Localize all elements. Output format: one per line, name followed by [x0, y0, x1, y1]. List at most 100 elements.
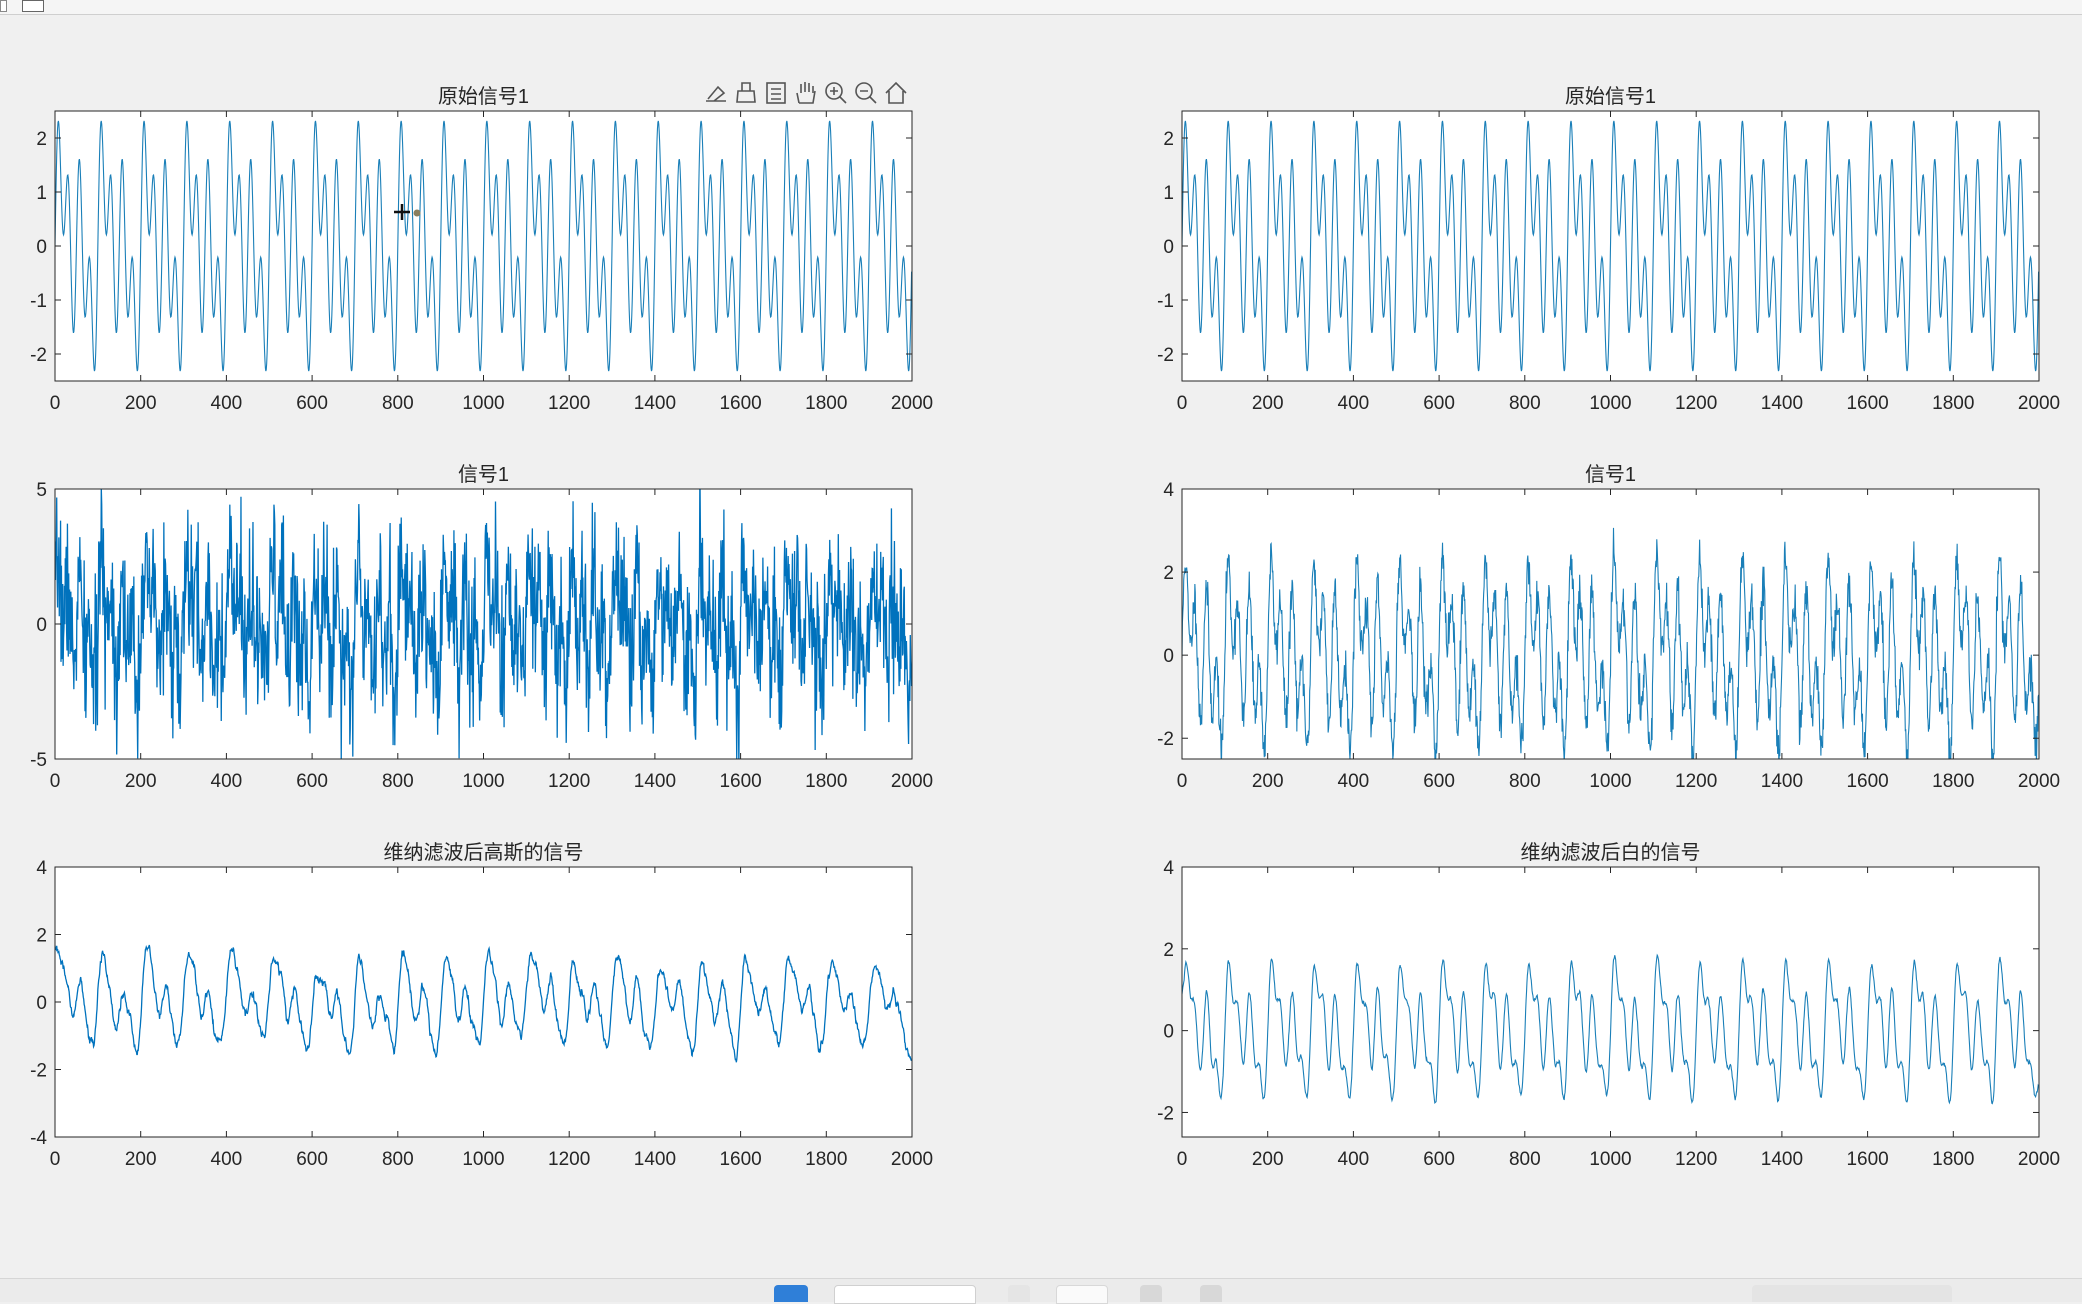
x-tick-label: 200 — [125, 393, 157, 414]
x-tick-label: 0 — [1177, 771, 1188, 792]
x-tick-label: 200 — [1252, 771, 1284, 792]
x-tick-label: 2000 — [2018, 1149, 2060, 1170]
axes-title: 原始信号1 — [1565, 85, 1656, 108]
x-tick-label: 1800 — [1932, 393, 1974, 414]
x-tick-label: 1200 — [1675, 771, 1717, 792]
x-tick-label: 800 — [382, 1149, 414, 1170]
x-tick-label: 0 — [50, 393, 61, 414]
y-tick-label: -2 — [30, 345, 47, 366]
y-tick-label: 2 — [36, 129, 47, 150]
y-tick-label: 4 — [1163, 480, 1174, 501]
taskbar-search-box[interactable] — [834, 1285, 976, 1304]
x-tick-label: 400 — [1338, 393, 1370, 414]
axes-1[interactable]: 0 200 400 600 800 1000 1200 1400 1600 1800 2000 -2 -… — [30, 85, 933, 414]
x-tick-label: 1800 — [1932, 771, 1974, 792]
x-tick-label: 1000 — [1589, 393, 1631, 414]
x-tick-label: 1800 — [805, 1149, 847, 1170]
x-tick-label: 1400 — [634, 1149, 676, 1170]
x-tick-label: 1600 — [719, 393, 761, 414]
y-tick-label: 0 — [36, 237, 47, 258]
x-tick-label: 1000 — [462, 1149, 504, 1170]
plot-area[interactable] — [1182, 867, 2039, 1137]
y-tick-label: 2 — [1163, 563, 1174, 584]
axes-3[interactable]: 0 200 400 600 800 1000 1200 1400 1600 1800 2000-50… — [30, 463, 933, 792]
y-tick-label: 0 — [1163, 1022, 1174, 1043]
data-tip-icon[interactable] — [706, 85, 726, 102]
x-tick-label: 1200 — [548, 393, 590, 414]
x-tick-label: 1400 — [634, 771, 676, 792]
x-tick-label: 1800 — [805, 771, 847, 792]
y-tick-label: -5 — [30, 750, 47, 771]
x-tick-label: 1400 — [1761, 393, 1803, 414]
x-tick-label: 400 — [211, 393, 243, 414]
axes-title: 维纳滤波后白的信号 — [1521, 841, 1701, 864]
y-tick-label: 1 — [36, 183, 47, 204]
axes-toolbar — [706, 81, 907, 104]
legend-icon[interactable] — [766, 82, 786, 104]
figure-canvas: 0 200 400 600 800 1000 1200 1400 1600 1800 2000-2-… — [30, 81, 2060, 1170]
x-tick-label: 1600 — [719, 1149, 761, 1170]
y-tick-label: 2 — [1163, 129, 1174, 150]
x-tick-label: 200 — [125, 771, 157, 792]
y-tick-label: 4 — [1163, 858, 1174, 879]
y-tick-label: 0 — [36, 993, 47, 1014]
matlab-app-icon[interactable] — [1056, 1285, 1108, 1304]
x-tick-label: 1200 — [1675, 1149, 1717, 1170]
y-tick-label: -2 — [1157, 729, 1174, 750]
x-tick-label: 1800 — [805, 393, 847, 414]
y-tick-label: 2 — [1163, 940, 1174, 961]
axes-5[interactable]: 0 200 400 600 800 1000 1200 1400 1600 1800 2000 -4 -… — [30, 841, 933, 1170]
system-tray[interactable] — [1752, 1285, 1952, 1302]
x-tick-label: 800 — [1509, 1149, 1541, 1170]
axes-4[interactable]: 0 200 400 600 800 1000 1200 1400 1600 1800 2000-20… — [1157, 463, 2060, 792]
x-tick-label: 1000 — [1589, 771, 1631, 792]
x-tick-label: 1400 — [1761, 771, 1803, 792]
x-tick-label: 600 — [296, 1149, 328, 1170]
y-tick-label: -2 — [1157, 345, 1174, 366]
taskbar-app-icon[interactable] — [1008, 1285, 1030, 1302]
x-tick-label: 400 — [1338, 1149, 1370, 1170]
taskbar-app-icon[interactable] — [1200, 1285, 1222, 1302]
x-tick-label: 0 — [1177, 393, 1188, 414]
axes-title: 信号1 — [458, 463, 509, 486]
pan-hand-icon[interactable] — [796, 82, 816, 104]
y-tick-label: 0 — [1163, 237, 1174, 258]
x-tick-label: 0 — [50, 771, 61, 792]
taskbar-app-icon[interactable] — [1140, 1285, 1162, 1302]
x-tick-label: 400 — [211, 1149, 243, 1170]
x-tick-label: 2000 — [891, 771, 933, 792]
y-tick-label: 1 — [1163, 183, 1174, 204]
x-tick-label: 1600 — [1846, 393, 1888, 414]
x-tick-label: 200 — [125, 1149, 157, 1170]
y-tick-label: 2 — [36, 926, 47, 947]
y-tick-label: -1 — [30, 291, 47, 312]
x-tick-label: 200 — [1252, 1149, 1284, 1170]
start-button-icon[interactable] — [774, 1285, 808, 1302]
axes-title: 原始信号1 — [438, 85, 529, 108]
y-tick-label: -1 — [1157, 291, 1174, 312]
brush-icon[interactable] — [736, 82, 756, 103]
x-tick-label: 800 — [1509, 393, 1541, 414]
zoom-in-icon[interactable] — [825, 82, 847, 104]
x-tick-label: 2000 — [2018, 771, 2060, 792]
x-tick-label: 1200 — [1675, 393, 1717, 414]
x-tick-label: 2000 — [2018, 393, 2060, 414]
home-icon[interactable] — [885, 81, 907, 104]
x-tick-label: 1000 — [462, 393, 504, 414]
x-tick-label: 800 — [382, 771, 414, 792]
x-tick-label: 600 — [296, 771, 328, 792]
y-tick-label: -2 — [30, 1061, 47, 1082]
y-tick-label: -2 — [1157, 1103, 1174, 1124]
axes-2[interactable]: 0 200 400 600 800 1000 1200 1400 1600 1800 2000 -2 -… — [1157, 85, 2060, 414]
x-tick-label: 1000 — [1589, 1149, 1631, 1170]
x-tick-label: 1400 — [634, 393, 676, 414]
x-tick-label: 400 — [211, 771, 243, 792]
x-tick-label: 1600 — [1846, 771, 1888, 792]
y-tick-label: 5 — [36, 480, 47, 501]
axes-6[interactable]: 0 200 400 600 800 1000 1200 1400 1600 1800 2000 -2 0… — [1157, 841, 2060, 1170]
zoom-out-icon[interactable] — [855, 82, 877, 104]
x-tick-label: 2000 — [891, 1149, 933, 1170]
x-tick-label: 1800 — [1932, 1149, 1974, 1170]
y-tick-label: 0 — [36, 615, 47, 636]
x-tick-label: 1400 — [1761, 1149, 1803, 1170]
